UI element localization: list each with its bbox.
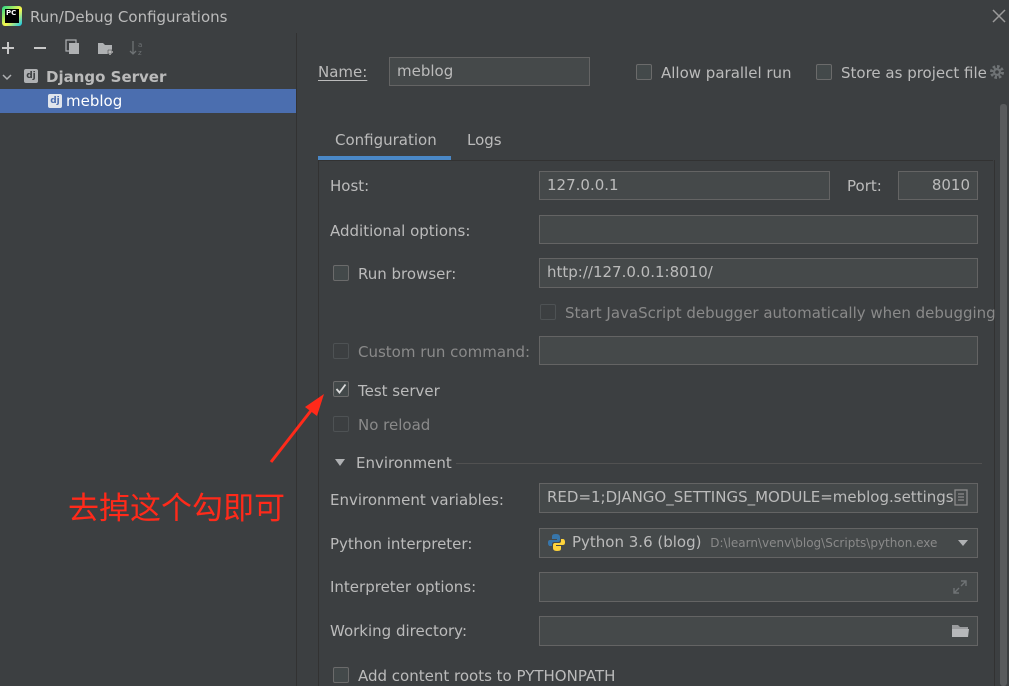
window-title: Run/Debug Configurations [30,8,228,26]
add-icon[interactable] [1,41,15,55]
port-field[interactable]: 8010 [898,171,978,200]
custom-run-command-label: Custom run command: [358,343,531,361]
env-vars-value: RED=1;DJANGO_SETTINGS_MODULE=meblog.sett… [547,488,954,506]
host-field[interactable]: 127.0.0.1 [539,171,830,200]
run-browser-checkbox[interactable] [333,265,349,281]
document-icon[interactable] [954,489,968,506]
additional-options-label: Additional options: [330,222,471,240]
tab-configuration-label: Configuration [335,131,437,149]
store-project-checkbox[interactable] [816,64,832,80]
allow-parallel-label: Allow parallel run [661,64,792,82]
no-reload-checkbox[interactable] [333,416,349,432]
tree-item-label: meblog [66,92,123,110]
interpreter-path: D:\learn\venv\blog\Scripts\python.exe [710,536,938,550]
environment-section-label[interactable]: Environment [356,454,452,472]
expand-icon[interactable] [952,579,968,595]
host-label: Host: [330,177,370,195]
store-project-label: Store as project file [841,64,987,82]
tree-group-django-server[interactable]: dj Django Server [22,66,292,88]
interpreter-name: Python 3.6 (blog) [572,533,702,551]
python-icon [548,534,565,551]
js-debugger-checkbox[interactable] [540,304,556,320]
python-interpreter-select[interactable]: Python 3.6 (blog) D:\learn\venv\blog\Scr… [539,528,978,558]
remove-icon[interactable] [33,41,47,55]
content-roots-label: Add content roots to PYTHONPATH [358,667,616,685]
section-divider [456,463,982,464]
django-icon: dj [24,69,38,83]
tree-group-label: Django Server [46,68,167,86]
js-debugger-label: Start JavaScript debugger automatically … [565,304,996,322]
port-label: Port: [847,177,882,195]
tab-configuration[interactable]: Configuration [318,121,451,161]
chevron-down-icon[interactable] [1,71,13,83]
custom-run-command-checkbox[interactable] [333,343,349,359]
run-browser-url-field[interactable]: http://127.0.0.1:8010/ [539,258,978,288]
test-server-label: Test server [358,382,440,400]
allow-parallel-checkbox[interactable] [636,64,652,80]
env-vars-field[interactable]: RED=1;DJANGO_SETTINGS_MODULE=meblog.sett… [539,483,978,513]
app-logo: PC [2,6,22,26]
gear-icon[interactable] [988,63,1006,81]
close-icon[interactable] [991,8,1007,24]
run-browser-label: Run browser: [358,265,457,283]
folder-icon[interactable] [951,623,970,639]
annotation-text: 去掉这个勾即可 [68,491,285,527]
no-reload-label: No reload [358,416,431,434]
interpreter-options-field[interactable] [539,572,978,602]
triangle-down-icon[interactable] [334,458,346,468]
sidebar-panel [0,33,297,686]
svg-text:a: a [138,41,142,49]
test-server-checkbox[interactable] [333,381,349,397]
custom-run-command-field[interactable] [539,336,978,365]
checkmark-icon [335,383,347,394]
name-field[interactable]: meblog [389,57,590,86]
content-roots-checkbox[interactable] [333,667,349,683]
app-badge-text: PC [5,9,19,23]
working-directory-field[interactable] [539,616,978,646]
python-interpreter-label: Python interpreter: [330,535,473,553]
chevron-down-icon[interactable] [957,539,969,547]
tree-item-meblog[interactable]: dj meblog [0,89,296,113]
sort-icon[interactable]: a z [129,39,147,57]
copy-icon[interactable] [65,39,81,55]
django-icon: dj [48,94,62,108]
svg-text:z: z [138,49,142,57]
folder-add-icon[interactable] [97,40,115,56]
tab-logs[interactable]: Logs [467,131,502,149]
env-vars-label: Environment variables: [330,491,504,509]
additional-options-field[interactable] [539,215,978,244]
working-directory-label: Working directory: [330,622,468,640]
name-label: Name: [318,63,368,81]
interpreter-options-label: Interpreter options: [330,578,477,596]
annotation-arrow [269,394,324,463]
scrollbar[interactable] [1000,104,1007,686]
